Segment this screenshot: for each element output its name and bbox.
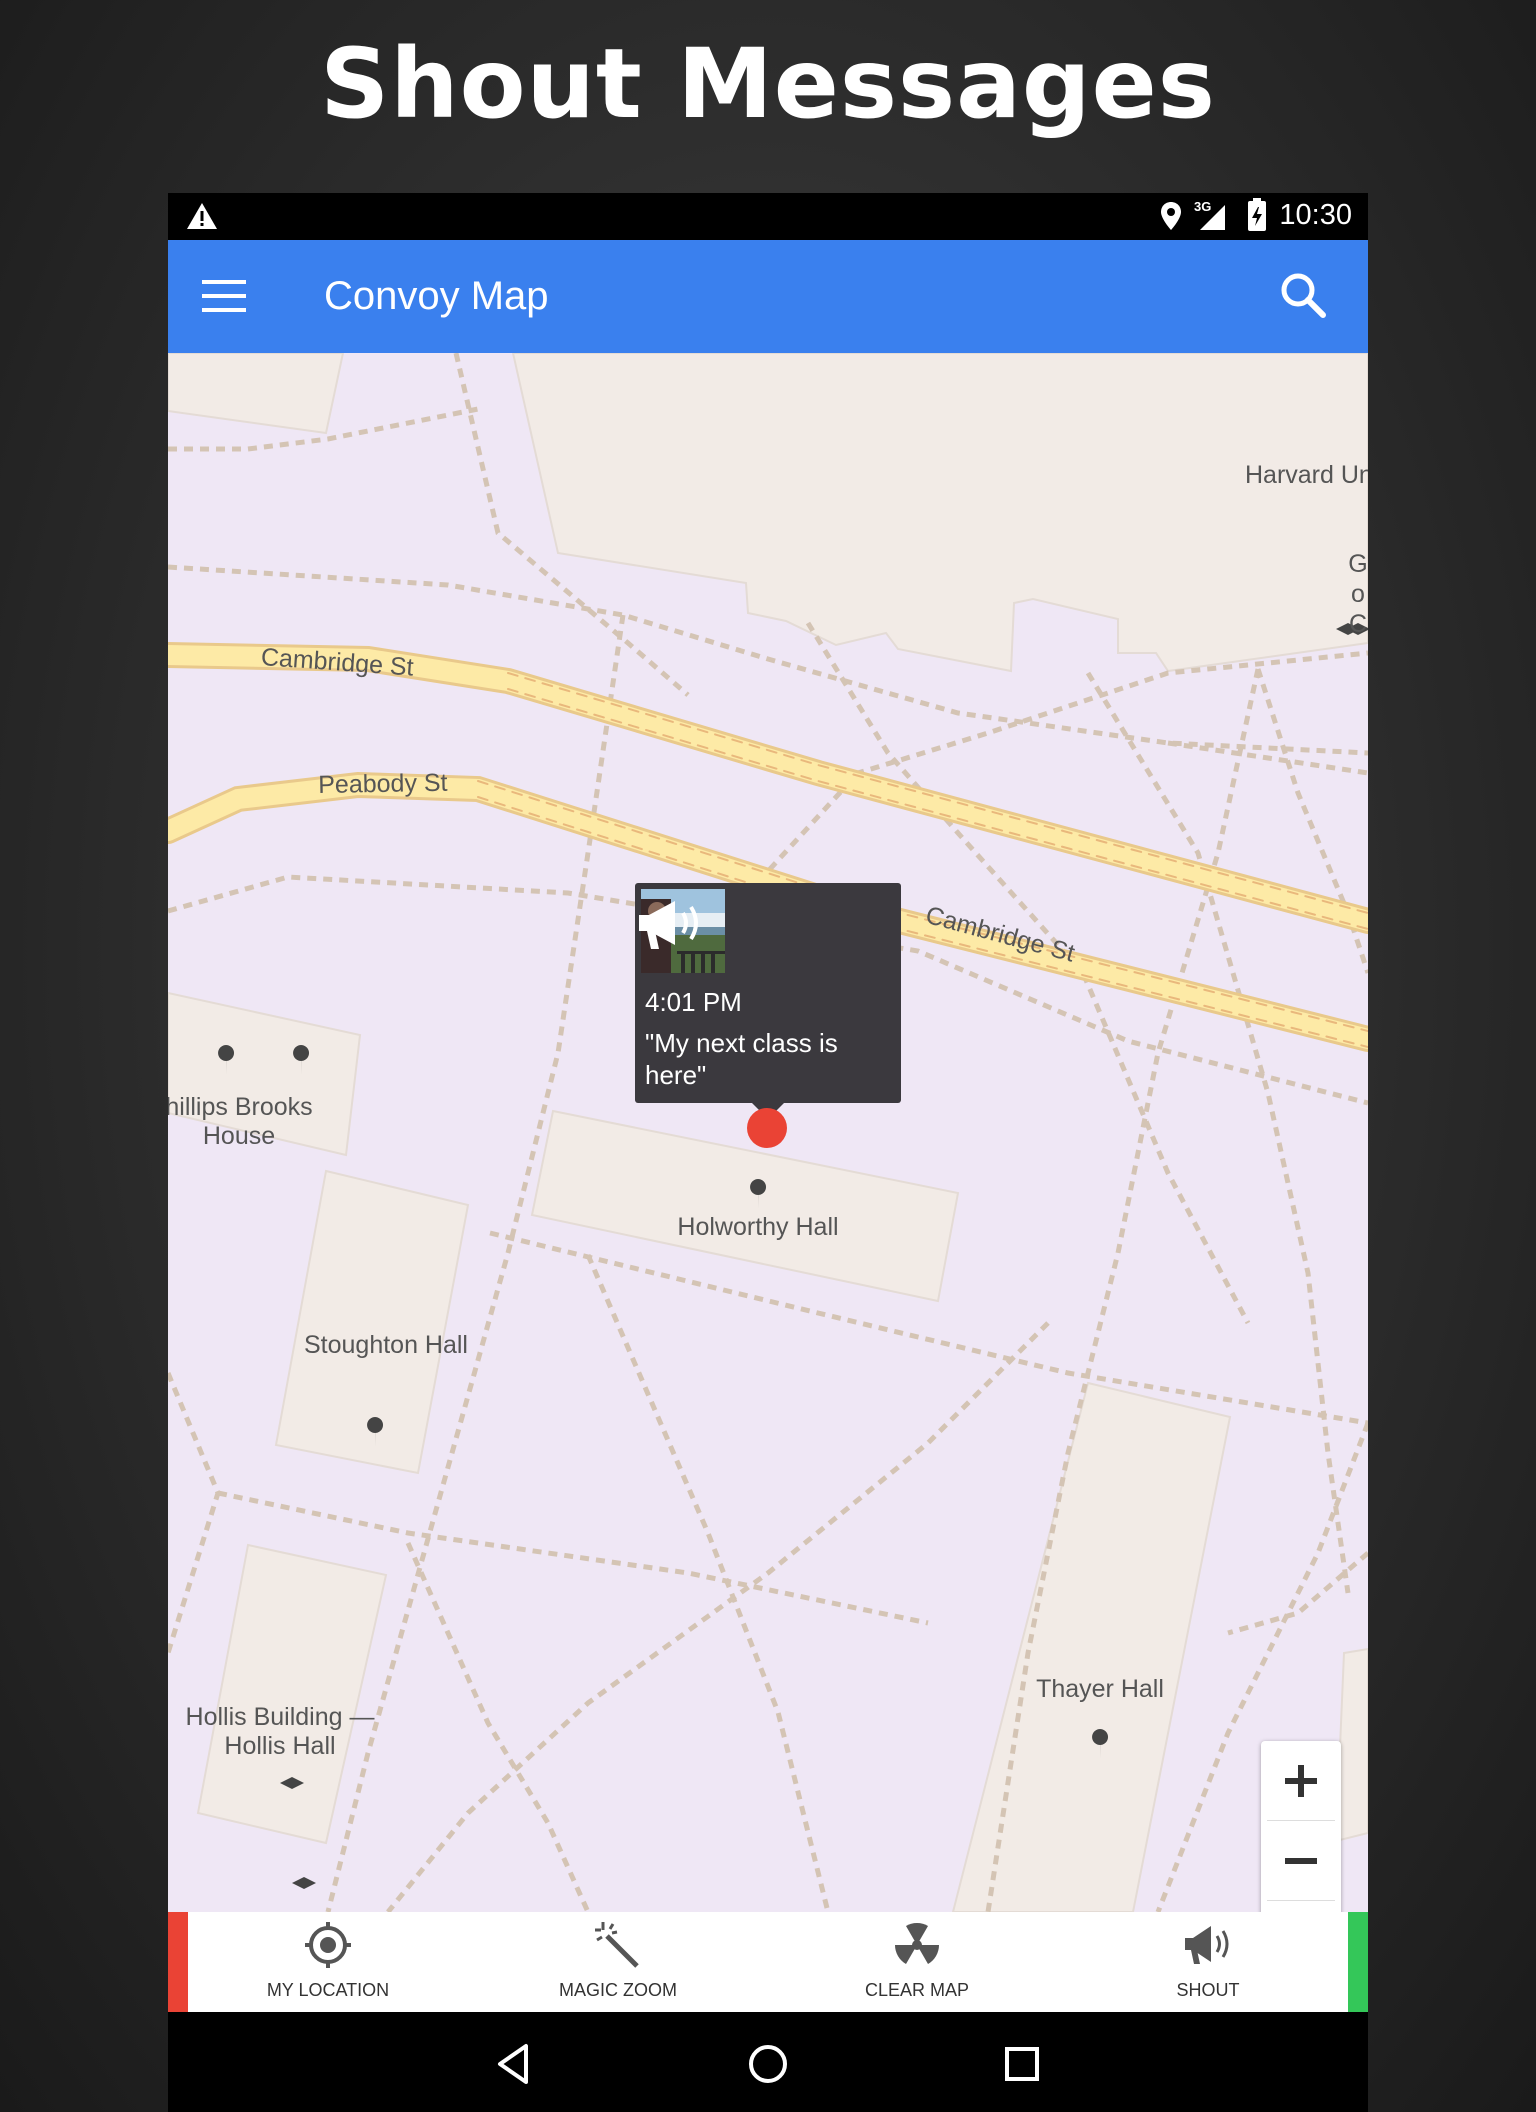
- back-icon: [498, 2044, 528, 2084]
- shout-label: SHOUT: [1176, 1980, 1240, 2000]
- hamburger-menu-icon: [202, 280, 246, 312]
- bottom-action-bar: MY LOCATION MAGIC ZOOM CLEAR MAP SHOUT: [168, 1912, 1368, 2012]
- place-label: Holworthy Hall: [677, 1213, 839, 1241]
- headline: Shout Messages: [320, 28, 1216, 140]
- app-bar: Convoy Map: [168, 240, 1368, 353]
- app-title: Convoy Map: [324, 274, 549, 318]
- my-location-button[interactable]: MY LOCATION: [228, 1912, 428, 2012]
- compass-icon: [1261, 1901, 1341, 1912]
- magic-zoom-label: MAGIC ZOOM: [559, 1980, 677, 2000]
- megaphone-icon: [639, 901, 698, 949]
- place-label: Stoughton Hall: [303, 1331, 468, 1359]
- search-button[interactable]: [1278, 270, 1328, 320]
- magic-wand-icon: [595, 1922, 639, 1968]
- magic-zoom-button[interactable]: MAGIC ZOOM: [518, 1912, 718, 2012]
- search-icon: [1281, 273, 1326, 318]
- recents-icon: [1005, 2047, 1039, 2081]
- recents-button[interactable]: [992, 2034, 1052, 2094]
- place-label: Harvard Un: [1245, 461, 1368, 489]
- home-icon: [749, 2045, 787, 2083]
- signal-icon: [1200, 205, 1225, 230]
- my-location-label: MY LOCATION: [266, 1980, 390, 2000]
- zoom-in-button[interactable]: [1261, 1741, 1341, 1820]
- compass-button[interactable]: [1261, 1901, 1341, 1912]
- menu-button[interactable]: [202, 276, 246, 316]
- street-label: Peabody St: [318, 768, 448, 799]
- battery-icon: [1248, 198, 1266, 231]
- minus-icon: [1285, 1858, 1317, 1864]
- status-bar: 3G 10:30: [168, 193, 1368, 240]
- zoom-controls: [1261, 1741, 1341, 1912]
- place-label: hillips Brooks House: [168, 1093, 313, 1150]
- building-shape: [168, 353, 345, 435]
- clock: 10:30: [1279, 199, 1352, 231]
- place-label: Thayer Hall: [1036, 1675, 1164, 1703]
- device-screen: 3G 10:30 Convoy Map Cambridge St Peabody…: [168, 193, 1368, 2112]
- crosshair-icon: [305, 1922, 351, 1968]
- radiation-icon: [895, 1923, 939, 1964]
- zoom-out-button[interactable]: [1261, 1821, 1341, 1900]
- back-button[interactable]: [486, 2034, 546, 2094]
- clear-map-button[interactable]: CLEAR MAP: [817, 1912, 1017, 2012]
- system-navigation-bar: [168, 2012, 1368, 2112]
- shout-info-window[interactable]: 4:01 PM "My next class is here": [635, 883, 901, 1103]
- place-label: Go C: [1348, 550, 1368, 638]
- clear-map-label: CLEAR MAP: [864, 1980, 970, 2000]
- shout-message: "My next class is here": [645, 1028, 838, 1090]
- left-accent-stripe: [168, 1912, 188, 2012]
- location-marker[interactable]: [747, 1108, 787, 1148]
- home-button[interactable]: [738, 2034, 798, 2094]
- shout-time: 4:01 PM: [645, 987, 742, 1017]
- location-icon: [1161, 202, 1181, 230]
- right-accent-stripe: [1348, 1912, 1368, 2012]
- plus-icon: [1285, 1765, 1317, 1797]
- place-label: Hollis Building — Hollis Hall: [185, 1703, 375, 1760]
- map-view[interactable]: Cambridge St Peabody St Cambridge St Har…: [168, 353, 1368, 1912]
- warning-icon: [187, 203, 217, 229]
- shout-button[interactable]: SHOUT: [1108, 1912, 1308, 2012]
- megaphone-icon: [1185, 1926, 1229, 1964]
